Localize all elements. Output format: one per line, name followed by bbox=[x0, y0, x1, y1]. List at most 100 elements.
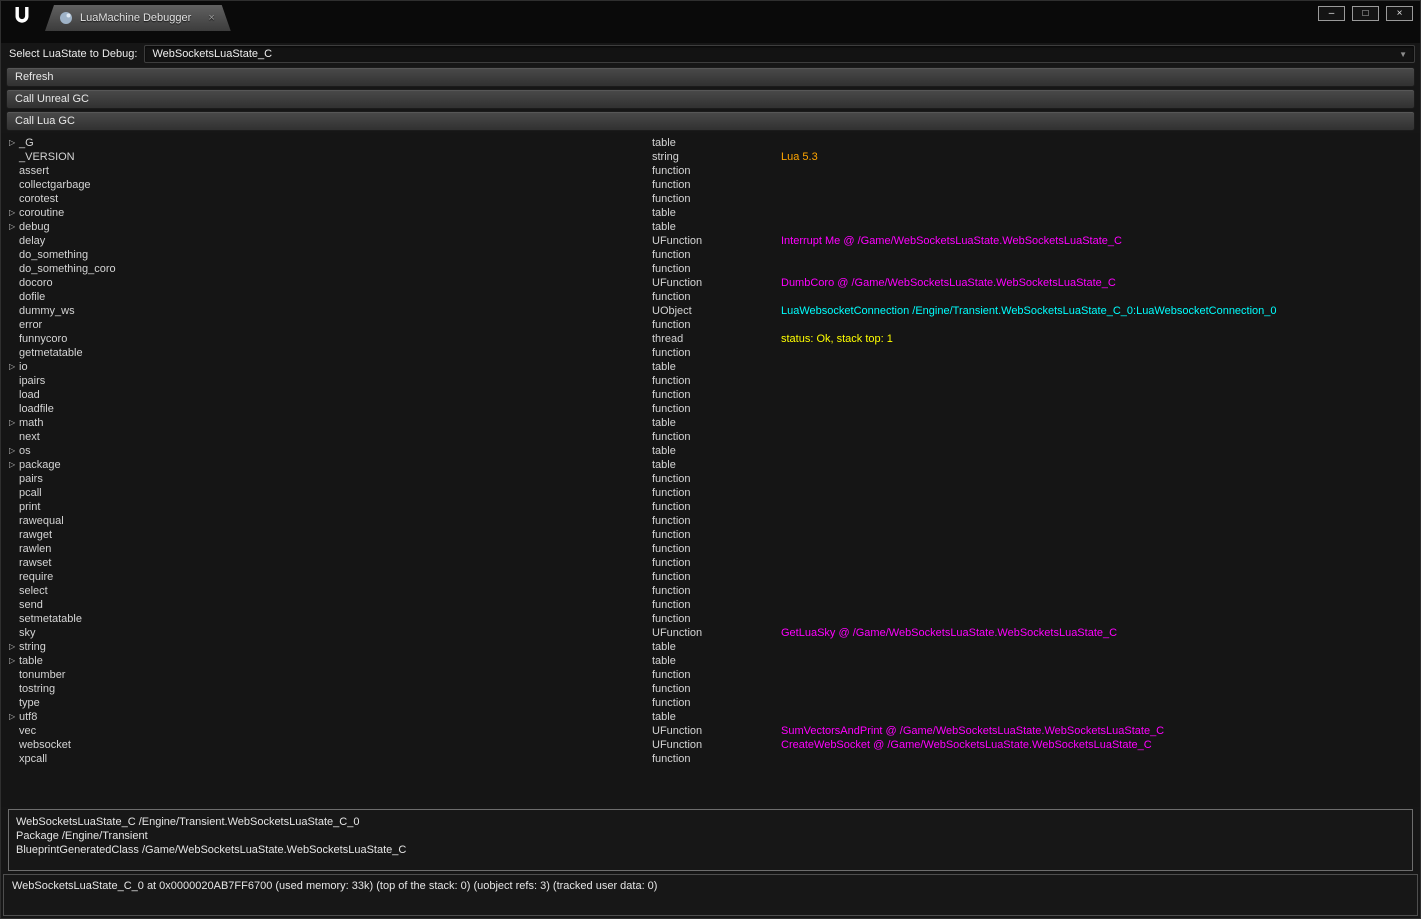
tree-row[interactable]: ▷ debug table bbox=[1, 220, 1420, 234]
variable-type: function bbox=[652, 249, 691, 261]
tree-row[interactable]: ▷ table table bbox=[1, 654, 1420, 668]
tree-row[interactable]: ▷ dummy_ws UObject LuaWebsocketConnectio… bbox=[1, 304, 1420, 318]
window-controls: – □ × bbox=[1318, 6, 1413, 21]
tree-row[interactable]: ▷ tonumber function bbox=[1, 668, 1420, 682]
tree-row[interactable]: ▷ delay UFunction Interrupt Me @ /Game/W… bbox=[1, 234, 1420, 248]
tree-row[interactable]: ▷ vec UFunction SumVectorsAndPrint @ /Ga… bbox=[1, 724, 1420, 738]
expander-icon[interactable]: ▷ bbox=[9, 220, 18, 234]
variable-name: sky bbox=[19, 627, 36, 639]
minimize-button[interactable]: – bbox=[1318, 6, 1345, 21]
variable-type: UFunction bbox=[652, 627, 703, 639]
variable-type: function bbox=[652, 557, 691, 569]
variable-name: rawget bbox=[19, 529, 53, 541]
tree-row[interactable]: ▷ coroutine table bbox=[1, 206, 1420, 220]
tree-row[interactable]: ▷ string table bbox=[1, 640, 1420, 654]
variable-type: table bbox=[652, 459, 676, 471]
tree-row[interactable]: ▷ rawset function bbox=[1, 556, 1420, 570]
variable-name: pairs bbox=[19, 473, 43, 485]
tree-row[interactable]: ▷ next function bbox=[1, 430, 1420, 444]
close-button[interactable]: × bbox=[1386, 6, 1413, 21]
variable-name: tonumber bbox=[19, 669, 66, 681]
variable-name: corotest bbox=[19, 193, 59, 205]
tree-row[interactable]: ▷ ipairs function bbox=[1, 374, 1420, 388]
expander-icon[interactable]: ▷ bbox=[9, 206, 18, 220]
variable-type: function bbox=[652, 529, 691, 541]
restore-button[interactable]: □ bbox=[1352, 6, 1379, 21]
variable-type: table bbox=[652, 137, 676, 149]
variable-type: UObject bbox=[652, 305, 692, 317]
tree-row[interactable]: ▷ error function bbox=[1, 318, 1420, 332]
variable-value: CreateWebSocket @ /Game/WebSocketsLuaSta… bbox=[781, 739, 1152, 751]
expander-icon[interactable]: ▷ bbox=[9, 654, 18, 668]
tree-row[interactable]: ▷ package table bbox=[1, 458, 1420, 472]
tree-row[interactable]: ▷ type function bbox=[1, 696, 1420, 710]
chevron-down-icon: ▼ bbox=[1399, 49, 1407, 59]
tree-row[interactable]: ▷ docoro UFunction DumbCoro @ /Game/WebS… bbox=[1, 276, 1420, 290]
call-lua-gc-button[interactable]: Call Lua GC bbox=[6, 111, 1415, 131]
tree-row[interactable]: ▷ _VERSION string Lua 5.3 bbox=[1, 150, 1420, 164]
tree-row[interactable]: ▷ require function bbox=[1, 570, 1420, 584]
tree-row[interactable]: ▷ corotest function bbox=[1, 192, 1420, 206]
tree-row[interactable]: ▷ tostring function bbox=[1, 682, 1420, 696]
tree-row[interactable]: ▷ load function bbox=[1, 388, 1420, 402]
tab-luamachine-debugger[interactable]: LuaMachine Debugger × bbox=[45, 5, 231, 31]
tree-row[interactable]: ▷ loadfile function bbox=[1, 402, 1420, 416]
tree-row[interactable]: ▷ print function bbox=[1, 500, 1420, 514]
variable-name: string bbox=[19, 641, 46, 653]
tree-row[interactable]: ▷ io table bbox=[1, 360, 1420, 374]
tree-row[interactable]: ▷ rawequal function bbox=[1, 514, 1420, 528]
expander-icon[interactable]: ▷ bbox=[9, 416, 18, 430]
variables-tree: ▷ _G table ▷ _VERSION string Lua 5.3 ▷ a… bbox=[1, 133, 1420, 807]
variable-type: table bbox=[652, 641, 676, 653]
variable-type: function bbox=[652, 585, 691, 597]
luamachine-debugger-window: LuaMachine Debugger × – □ × Select LuaSt… bbox=[0, 0, 1421, 919]
tree-row[interactable]: ▷ rawlen function bbox=[1, 542, 1420, 556]
tab-close-icon[interactable]: × bbox=[208, 12, 214, 24]
tree-row[interactable]: ▷ os table bbox=[1, 444, 1420, 458]
tree-row[interactable]: ▷ xpcall function bbox=[1, 752, 1420, 766]
luastate-dropdown[interactable]: WebSocketsLuaState_C ▼ bbox=[144, 45, 1415, 63]
tree-row[interactable]: ▷ getmetatable function bbox=[1, 346, 1420, 360]
tree-row[interactable]: ▷ setmetatable function bbox=[1, 612, 1420, 626]
tree-row[interactable]: ▷ pcall function bbox=[1, 486, 1420, 500]
tree-row[interactable]: ▷ do_something function bbox=[1, 248, 1420, 262]
tree-row[interactable]: ▷ _G table bbox=[1, 136, 1420, 150]
tree-row[interactable]: ▷ utf8 table bbox=[1, 710, 1420, 724]
variable-value: Lua 5.3 bbox=[781, 151, 818, 163]
tree-row[interactable]: ▷ math table bbox=[1, 416, 1420, 430]
luastate-select-row: Select LuaState to Debug: WebSocketsLuaS… bbox=[1, 43, 1420, 65]
variable-name: debug bbox=[19, 221, 50, 233]
expander-icon[interactable]: ▷ bbox=[9, 360, 18, 374]
tree-row[interactable]: ▷ rawget function bbox=[1, 528, 1420, 542]
detail-line-blueprint-class: BlueprintGeneratedClass /Game/WebSockets… bbox=[16, 844, 407, 856]
tree-row[interactable]: ▷ websocket UFunction CreateWebSocket @ … bbox=[1, 738, 1420, 752]
refresh-button[interactable]: Refresh bbox=[6, 67, 1415, 87]
variable-value: Interrupt Me @ /Game/WebSocketsLuaState.… bbox=[781, 235, 1122, 247]
expander-icon[interactable]: ▷ bbox=[9, 136, 18, 150]
variable-type: table bbox=[652, 221, 676, 233]
tree-row[interactable]: ▷ do_something_coro function bbox=[1, 262, 1420, 276]
variable-name: error bbox=[19, 319, 43, 331]
tree-row[interactable]: ▷ assert function bbox=[1, 164, 1420, 178]
expander-icon[interactable]: ▷ bbox=[9, 444, 18, 458]
expander-icon[interactable]: ▷ bbox=[9, 710, 18, 724]
call-unreal-gc-button[interactable]: Call Unreal GC bbox=[6, 89, 1415, 109]
variable-type: function bbox=[652, 291, 691, 303]
tree-row[interactable]: ▷ funnycoro thread status: Ok, stack top… bbox=[1, 332, 1420, 346]
tree-row[interactable]: ▷ select function bbox=[1, 584, 1420, 598]
expander-icon[interactable]: ▷ bbox=[9, 458, 18, 472]
tree-row[interactable]: ▷ dofile function bbox=[1, 290, 1420, 304]
tree-row[interactable]: ▷ collectgarbage function bbox=[1, 178, 1420, 192]
variable-type: function bbox=[652, 501, 691, 513]
tree-row[interactable]: ▷ pairs function bbox=[1, 472, 1420, 486]
variable-name: next bbox=[19, 431, 40, 443]
variable-type: table bbox=[652, 361, 676, 373]
tree-row[interactable]: ▷ sky UFunction GetLuaSky @ /Game/WebSoc… bbox=[1, 626, 1420, 640]
variable-type: function bbox=[652, 389, 691, 401]
variable-type: function bbox=[652, 263, 691, 275]
tree-row[interactable]: ▷ send function bbox=[1, 598, 1420, 612]
variable-type: function bbox=[652, 165, 691, 177]
expander-icon[interactable]: ▷ bbox=[9, 640, 18, 654]
variable-type: UFunction bbox=[652, 277, 703, 289]
variable-name: select bbox=[19, 585, 48, 597]
